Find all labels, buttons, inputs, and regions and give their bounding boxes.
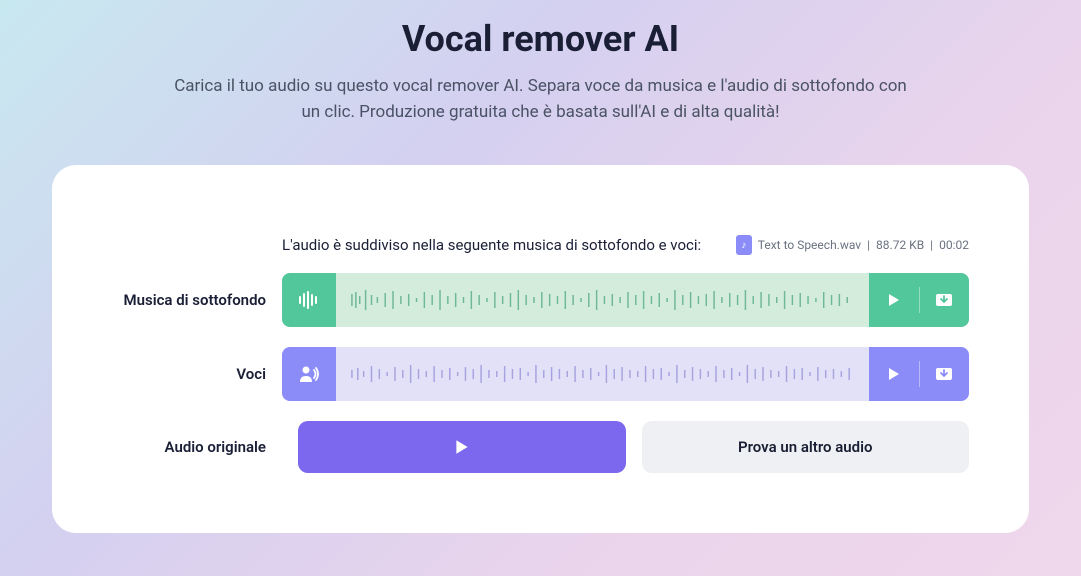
waveform-music[interactable]: [336, 273, 869, 327]
download-button-music[interactable]: [919, 273, 969, 327]
file-info-badge: ♪ Text to Speech.wav | 88.72 KB | 00:02: [736, 235, 969, 255]
file-duration: 00:02: [939, 238, 969, 252]
download-icon: [935, 292, 953, 308]
play-icon: [886, 292, 902, 308]
waveform-icon: [282, 273, 336, 327]
page-subtitle: Carica il tuo audio su questo vocal remo…: [171, 74, 911, 125]
play-icon: [886, 366, 902, 382]
waveform-vocals[interactable]: [336, 347, 869, 401]
original-audio-label: Audio originale: [112, 438, 282, 456]
page-title: Vocal remover AI: [0, 0, 1081, 60]
play-original-button[interactable]: [298, 421, 626, 473]
track-label-music: Musica di sottofondo: [112, 291, 282, 309]
download-icon: [935, 366, 953, 382]
download-button-vocals[interactable]: [919, 347, 969, 401]
try-another-button[interactable]: Prova un altro audio: [642, 421, 970, 473]
track-label-vocals: Voci: [112, 365, 282, 383]
play-button-vocals[interactable]: [869, 347, 919, 401]
play-icon: [453, 438, 471, 456]
voice-icon: [282, 347, 336, 401]
track-row-music: Musica di sottofondo: [112, 273, 969, 327]
split-description: L'audio è suddiviso nella seguente music…: [282, 236, 701, 254]
track-row-vocals: Voci: [112, 347, 969, 401]
file-name: Text to Speech.wav: [758, 238, 861, 252]
audio-file-icon: ♪: [736, 235, 752, 255]
file-size: 88.72 KB: [876, 238, 924, 252]
main-card: L'audio è suddiviso nella seguente music…: [52, 165, 1029, 533]
play-button-music[interactable]: [869, 273, 919, 327]
